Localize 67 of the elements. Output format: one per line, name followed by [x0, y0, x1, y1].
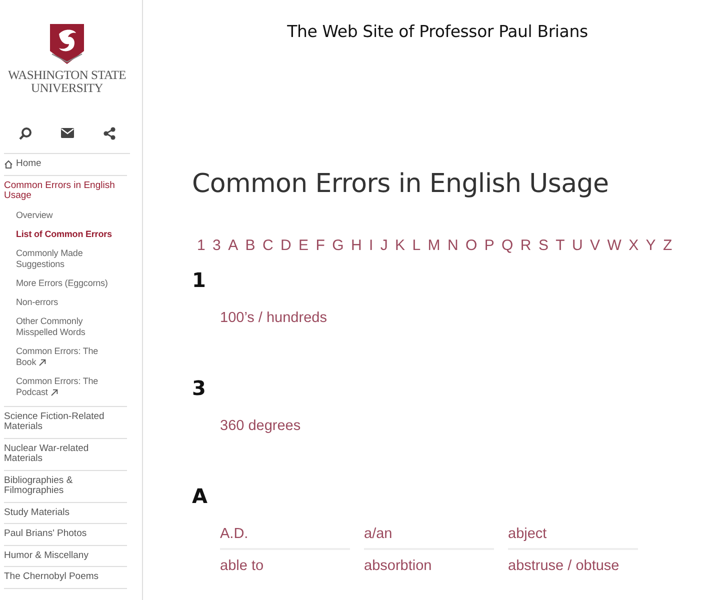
site-title: The Web Site of Professor Paul Brians — [286, 22, 589, 41]
nav-item[interactable]: The Chernobyl Poems — [4, 567, 127, 588]
alphabet-link[interactable]: K — [391, 237, 409, 254]
alphabet-link[interactable]: U — [568, 237, 586, 254]
alphabet-link[interactable]: B — [242, 237, 259, 254]
search-icon[interactable] — [18, 126, 32, 140]
nav-subitem[interactable]: Common Errors: The Book — [16, 342, 118, 372]
alphabet-link[interactable]: Z — [659, 237, 676, 254]
nav-item[interactable]: Bibliographies & Filmographies — [4, 470, 127, 502]
section-heading: 1 — [192, 268, 207, 294]
alphabet-link[interactable]: W — [604, 237, 625, 254]
alphabet-link[interactable]: D — [276, 237, 295, 254]
entry-link[interactable]: abject — [508, 522, 638, 550]
nav-subitem[interactable]: Other Commonly Misspelled Words — [16, 312, 118, 342]
nav-item[interactable]: Science Fiction-Related Materials — [4, 406, 127, 438]
nav-subitem[interactable]: Non-errors — [16, 292, 118, 312]
alphabet-link[interactable]: T — [552, 237, 568, 254]
alphabet-link[interactable]: V — [586, 237, 604, 254]
entry-link[interactable]: a/an — [364, 522, 494, 550]
university-wordmark: UNIVERSITY — [31, 82, 103, 95]
nav-item[interactable]: Study Materials — [4, 502, 127, 524]
alphabet-link[interactable]: I — [365, 237, 377, 254]
alphabet-link[interactable]: F — [312, 237, 328, 254]
alphabet-link[interactable]: C — [258, 237, 277, 254]
page-title: Common Errors in English Usage — [192, 169, 610, 199]
nav-subitem[interactable]: More Errors (Eggcorns) — [16, 274, 118, 292]
alphabet-link[interactable]: 1 — [194, 237, 209, 254]
entry-link[interactable]: abstruse / obtuse — [508, 554, 638, 580]
alphabet-link[interactable]: M — [424, 237, 444, 254]
email-icon[interactable] — [60, 128, 74, 138]
alphabet-link[interactable]: G — [328, 237, 348, 254]
alphabet-link[interactable]: Q — [498, 237, 517, 254]
nav-item[interactable]: Humor & Miscellany — [4, 546, 127, 567]
external-link-icon — [39, 358, 46, 366]
alphabet-link[interactable]: 3 — [208, 237, 224, 254]
alphabet-link[interactable]: Y — [642, 237, 660, 254]
alphabet-link[interactable]: J — [376, 237, 392, 254]
alphabet-link[interactable]: L — [408, 237, 424, 254]
alphabet-link[interactable]: E — [294, 237, 312, 254]
alphabet-link[interactable]: A — [224, 237, 242, 254]
nav-item[interactable]: Nuclear War-related Materials — [4, 438, 127, 470]
home-icon — [4, 160, 13, 168]
alphabet-link[interactable]: R — [516, 237, 535, 254]
nav-section-link[interactable]: Common Errors in English Usage — [4, 176, 127, 206]
nav-subitem[interactable]: Common Errors: The Podcast — [16, 372, 118, 402]
share-icon[interactable] — [102, 126, 116, 140]
alphabet-link[interactable]: H — [347, 237, 366, 254]
alphabet-link[interactable]: X — [625, 237, 642, 254]
external-link-icon — [50, 388, 58, 396]
nav-subitem[interactable]: Overview — [16, 206, 118, 224]
university-wordmark: WASHINGTON STATE — [8, 69, 126, 82]
section-heading: A — [192, 484, 208, 510]
university-shield-logo — [50, 24, 84, 64]
entry-link[interactable]: absorbtion — [364, 554, 494, 580]
section-heading: 3 — [192, 376, 207, 402]
entry-link[interactable]: A.D. — [220, 522, 350, 550]
entry-link[interactable]: 100’s / hundreds — [220, 306, 350, 332]
alphabet-link[interactable]: N — [444, 237, 462, 254]
entry-link[interactable]: 360 degrees — [220, 414, 350, 440]
entry-link[interactable]: able to — [220, 554, 350, 580]
nav-subitem[interactable]: Commonly Made Suggestions — [16, 244, 118, 274]
nav-item[interactable]: Paul Brians' Photos — [4, 524, 127, 546]
home-link[interactable]: Home — [4, 154, 127, 176]
alphabet-link[interactable]: S — [534, 237, 552, 254]
alphabet-link[interactable]: O — [462, 237, 481, 254]
nav-subitem[interactable]: List of Common Errors — [16, 224, 118, 244]
alphabet-link[interactable]: P — [480, 237, 498, 254]
